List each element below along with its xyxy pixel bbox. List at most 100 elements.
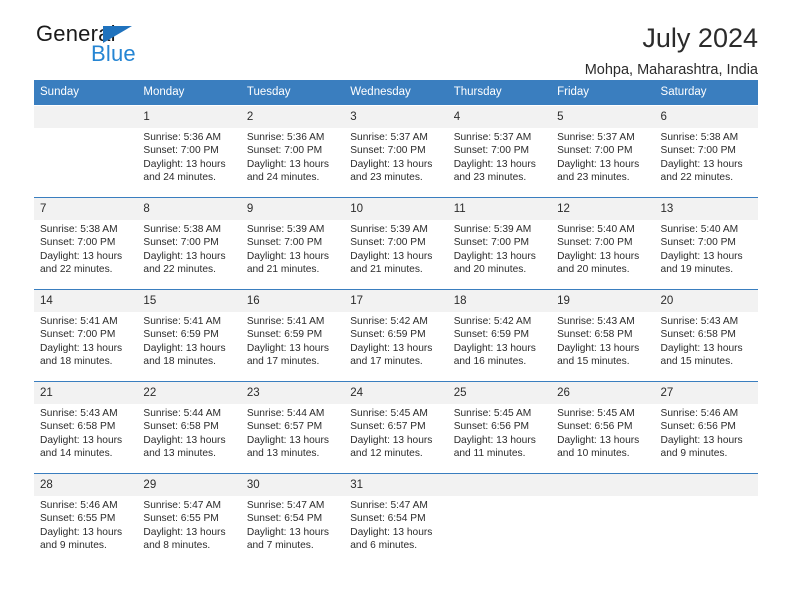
day-cell-5[interactable]: Sunrise: 5:37 AM Sunset: 7:00 PM Daylight:…	[551, 128, 654, 196]
page-title: July 2024	[642, 23, 758, 53]
day-number-22[interactable]: 22	[137, 382, 240, 404]
day-number-10[interactable]: 10	[344, 198, 447, 220]
calendar-week-row: 7 8 9 10 11 12 13 Sunrise: 5:38 AM Sunset: 7:00 …	[34, 196, 758, 288]
day-cell-14[interactable]: Sunrise: 5:41 AM Sunset: 7:00 PM Daylight:…	[34, 312, 137, 380]
day-detail-line: Daylight: 13 hours	[453, 342, 536, 354]
day-number-26[interactable]: 26	[551, 382, 654, 404]
day-detail-line: Daylight: 13 hours	[350, 158, 433, 170]
day-cell-12[interactable]: Sunrise: 5:40 AM Sunset: 7:00 PM Daylight:…	[551, 220, 654, 288]
day-number-17[interactable]: 17	[344, 290, 447, 312]
day-number-18[interactable]: 18	[448, 290, 551, 312]
day-cell-21[interactable]: Sunrise: 5:43 AM Sunset: 6:58 PM Daylight:…	[34, 404, 137, 472]
day-detail-line: Sunset: 7:00 PM	[453, 237, 530, 249]
day-detail-line: Sunrise: 5:44 AM	[246, 408, 325, 419]
day-number-25[interactable]: 25	[448, 382, 551, 404]
day-cell-1[interactable]: Sunrise: 5:36 AM Sunset: 7:00 PM Daylight:…	[137, 128, 240, 196]
weekday-header-monday: Monday	[143, 86, 185, 98]
day-number-27[interactable]: 27	[655, 382, 758, 404]
day-number-2[interactable]: 2	[241, 106, 344, 128]
day-detail-line: Sunset: 6:57 PM	[350, 421, 426, 433]
day-number-6[interactable]: 6	[655, 106, 758, 128]
weekday-header-row: Sunday Monday Tuesday Wednesday Thursday Frid…	[34, 80, 758, 105]
day-detail-line: Daylight: 13 hours	[40, 342, 123, 354]
day-detail-line: Sunset: 6:58 PM	[40, 421, 116, 433]
day-detail-line: Sunset: 6:59 PM	[453, 329, 530, 341]
day-cell-18[interactable]: Sunrise: 5:42 AM Sunset: 6:59 PM Daylight:…	[448, 312, 551, 380]
day-cell-16[interactable]: Sunrise: 5:41 AM Sunset: 6:59 PM Daylight:…	[241, 312, 344, 380]
day-number-4[interactable]: 4	[448, 106, 551, 128]
day-number-24[interactable]: 24	[344, 382, 447, 404]
day-number-29[interactable]: 29	[137, 474, 240, 496]
day-detail-line: and 7 minutes.	[246, 539, 314, 551]
day-detail-line: Daylight: 13 hours	[557, 250, 640, 262]
day-number-30[interactable]: 30	[241, 474, 344, 496]
day-cell-8[interactable]: Sunrise: 5:38 AM Sunset: 7:00 PM Daylight:…	[137, 220, 240, 288]
day-cell-11[interactable]: Sunrise: 5:39 AM Sunset: 7:00 PM Daylight:…	[448, 220, 551, 288]
brand-logo[interactable]: General Blue	[34, 22, 214, 76]
day-number-12[interactable]: 12	[551, 198, 654, 220]
day-number-1[interactable]: 1	[137, 106, 240, 128]
day-cell-17[interactable]: Sunrise: 5:42 AM Sunset: 6:59 PM Daylight:…	[344, 312, 447, 380]
day-cell-4[interactable]: Sunrise: 5:37 AM Sunset: 7:00 PM Daylight:…	[448, 128, 551, 196]
day-cell-20[interactable]: Sunrise: 5:43 AM Sunset: 6:58 PM Daylight:…	[655, 312, 758, 380]
day-number-15[interactable]: 15	[137, 290, 240, 312]
day-detail-line: and 17 minutes.	[246, 355, 320, 367]
day-cell-15[interactable]: Sunrise: 5:41 AM Sunset: 6:59 PM Daylight:…	[137, 312, 240, 380]
day-detail-line: Daylight: 13 hours	[143, 434, 226, 446]
day-detail-line: Daylight: 13 hours	[143, 250, 226, 262]
day-number-28[interactable]: 28	[34, 474, 137, 496]
day-cell-23[interactable]: Sunrise: 5:44 AM Sunset: 6:57 PM Daylight:…	[241, 404, 344, 472]
day-detail-line: and 12 minutes.	[350, 447, 423, 459]
day-number-16[interactable]: 16	[241, 290, 344, 312]
day-detail-line: Daylight: 13 hours	[143, 526, 226, 538]
day-cell-19[interactable]: Sunrise: 5:43 AM Sunset: 6:58 PM Daylight:…	[551, 312, 654, 380]
day-cell-30[interactable]: Sunrise: 5:47 AM Sunset: 6:54 PM Daylight:…	[241, 496, 344, 564]
day-detail-line: Daylight: 13 hours	[143, 342, 226, 354]
brand-name-blue: Blue	[91, 41, 136, 66]
day-detail-line: and 9 minutes.	[40, 539, 107, 551]
day-number-31[interactable]: 31	[344, 474, 447, 496]
day-detail-line: Sunset: 7:00 PM	[40, 329, 116, 341]
day-detail-row: Sunrise: 5:36 AM Sunset: 7:00 PM Daylight:…	[34, 128, 758, 196]
day-number-13[interactable]: 13	[655, 198, 758, 220]
day-detail-line: and 22 minutes.	[660, 171, 734, 183]
day-detail-line: Sunrise: 5:39 AM	[246, 224, 325, 235]
day-cell-25[interactable]: Sunrise: 5:45 AM Sunset: 6:56 PM Daylight:…	[448, 404, 551, 472]
day-number-19[interactable]: 19	[551, 290, 654, 312]
day-detail-line: Sunset: 7:00 PM	[40, 237, 116, 249]
day-number-11[interactable]: 11	[448, 198, 551, 220]
day-number-8[interactable]: 8	[137, 198, 240, 220]
day-number-7[interactable]: 7	[34, 198, 137, 220]
day-detail-line: Daylight: 13 hours	[660, 434, 743, 446]
day-cell-6[interactable]: Sunrise: 5:38 AM Sunset: 7:00 PM Daylight:…	[655, 128, 758, 196]
day-cell-2[interactable]: Sunrise: 5:36 AM Sunset: 7:00 PM Daylight:…	[241, 128, 344, 196]
day-detail-line: Sunrise: 5:47 AM	[143, 500, 222, 511]
day-cell-31[interactable]: Sunrise: 5:47 AM Sunset: 6:54 PM Daylight:…	[344, 496, 447, 564]
day-number-3[interactable]: 3	[344, 106, 447, 128]
day-number-empty	[448, 474, 551, 496]
day-number-9[interactable]: 9	[241, 198, 344, 220]
day-cell-24[interactable]: Sunrise: 5:45 AM Sunset: 6:57 PM Daylight:…	[344, 404, 447, 472]
day-detail-line: and 9 minutes.	[660, 447, 728, 459]
day-number-14[interactable]: 14	[34, 290, 137, 312]
day-number-5[interactable]: 5	[551, 106, 654, 128]
day-cell-29[interactable]: Sunrise: 5:47 AM Sunset: 6:55 PM Daylight:…	[137, 496, 240, 564]
page-subtitle: Mohpa, Maharashtra, India	[584, 62, 758, 78]
day-cell-3[interactable]: Sunrise: 5:37 AM Sunset: 7:00 PM Daylight:…	[344, 128, 447, 196]
day-cell-27[interactable]: Sunrise: 5:46 AM Sunset: 6:56 PM Daylight:…	[655, 404, 758, 472]
day-number-20[interactable]: 20	[655, 290, 758, 312]
day-cell-7[interactable]: Sunrise: 5:38 AM Sunset: 7:00 PM Daylight:…	[34, 220, 137, 288]
day-cell-28[interactable]: Sunrise: 5:46 AM Sunset: 6:55 PM Daylight:…	[34, 496, 137, 564]
day-detail-line: Daylight: 13 hours	[453, 434, 536, 446]
day-number-23[interactable]: 23	[241, 382, 344, 404]
day-detail-line: Daylight: 13 hours	[246, 526, 329, 538]
day-cell-9[interactable]: Sunrise: 5:39 AM Sunset: 7:00 PM Daylight:…	[241, 220, 344, 288]
day-cell-10[interactable]: Sunrise: 5:39 AM Sunset: 7:00 PM Daylight:…	[344, 220, 447, 288]
day-cell-26[interactable]: Sunrise: 5:45 AM Sunset: 6:56 PM Daylight:…	[551, 404, 654, 472]
day-number-21[interactable]: 21	[34, 382, 137, 404]
day-detail-line: Daylight: 13 hours	[453, 158, 536, 170]
day-cell-13[interactable]: Sunrise: 5:40 AM Sunset: 7:00 PM Daylight:…	[655, 220, 758, 288]
day-detail-line: Sunset: 6:54 PM	[350, 513, 426, 525]
day-number-row: 123456	[34, 106, 758, 128]
day-cell-22[interactable]: Sunrise: 5:44 AM Sunset: 6:58 PM Daylight:…	[137, 404, 240, 472]
